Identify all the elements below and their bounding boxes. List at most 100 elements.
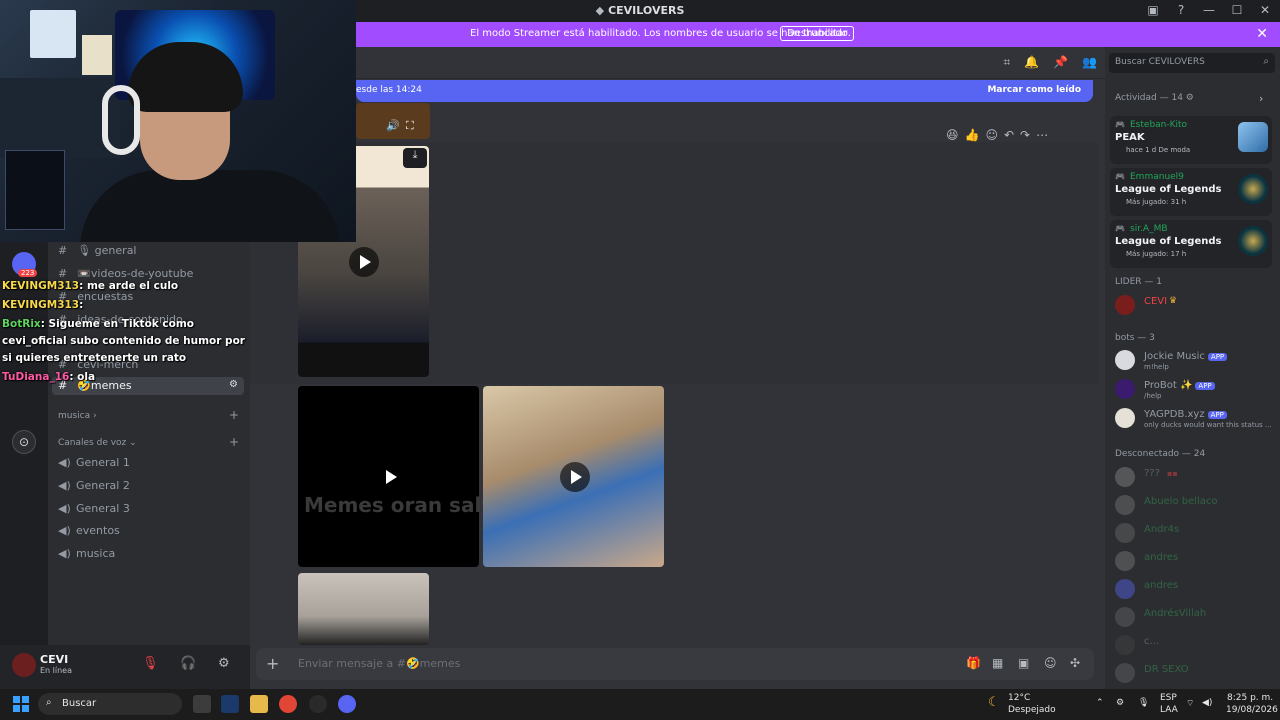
new-messages-bar[interactable]: esde las 14:24 Marcar como leído xyxy=(356,80,1093,102)
activity-card[interactable]: 🎮 Emmanuel9 League of Legends Más jugado… xyxy=(1110,168,1272,216)
discover-icon[interactable]: ⊙ xyxy=(12,430,36,454)
maximize-button[interactable]: ☐ xyxy=(1230,3,1244,17)
volume-icon[interactable]: 🔊 xyxy=(386,119,400,132)
member-item[interactable]: andres xyxy=(1115,578,1275,600)
reply-icon[interactable]: ↶ xyxy=(1004,128,1014,142)
category-musica[interactable]: musica › xyxy=(58,411,97,421)
chrome-icon[interactable] xyxy=(279,695,297,713)
voice-channel-eventos[interactable]: ◀) eventos xyxy=(58,524,120,537)
voice-channel-general-2[interactable]: ◀) General 2 xyxy=(58,479,130,492)
threads-icon[interactable]: ⌗ xyxy=(1003,55,1010,70)
member-item[interactable]: CEVI ♛ xyxy=(1115,294,1275,316)
user-settings-icon[interactable]: ⚙ xyxy=(218,656,230,671)
mic-icon[interactable]: 🎙 xyxy=(1138,698,1149,708)
fullscreen-icon[interactable]: ⛶ xyxy=(406,119,414,133)
chevron-right-icon[interactable]: › xyxy=(1259,92,1263,105)
mute-icon[interactable]: 🎙 xyxy=(142,656,159,671)
avatar xyxy=(1115,579,1135,599)
taskbar-search[interactable]: ⌕ Buscar xyxy=(38,693,182,715)
clock-date[interactable]: 19/08/2026 xyxy=(1226,705,1278,715)
bots-header: bots — 3 xyxy=(1115,333,1155,343)
chat-header: ⌗ 🔔 📌 👥 xyxy=(250,47,1105,79)
sticker-icon[interactable]: ▣ xyxy=(1018,656,1029,670)
emoji-icon: ▪▪ xyxy=(1167,469,1178,478)
app-icon[interactable] xyxy=(221,695,239,713)
settings-icon[interactable]: ⚙ xyxy=(229,379,238,390)
avatar[interactable] xyxy=(12,653,36,677)
emoji-icon[interactable]: ☺ xyxy=(1044,656,1057,670)
keyboard-layout[interactable]: LAA xyxy=(1160,705,1178,715)
network-icon[interactable]: ⚙ xyxy=(1116,698,1124,708)
channel-videos[interactable]: # 📼videos-de-youtube xyxy=(58,267,193,280)
task-view-icon[interactable] xyxy=(193,695,211,713)
discord-icon[interactable] xyxy=(338,695,356,713)
disable-streamer-button[interactable]: Deshabilitar xyxy=(780,26,855,41)
add-channel-icon[interactable]: + xyxy=(229,435,239,449)
minimize-button[interactable]: — xyxy=(1202,3,1216,17)
more-icon[interactable]: ⋯ xyxy=(1036,128,1048,142)
help-icon[interactable]: ? xyxy=(1174,3,1188,17)
wifi-icon[interactable]: ⌔ xyxy=(1186,698,1194,709)
avatar xyxy=(1115,379,1135,399)
user-status: En línea xyxy=(40,666,73,675)
gif-icon[interactable]: ▦ xyxy=(992,656,1003,670)
thumbs-up-icon[interactable]: 👍 xyxy=(965,128,980,142)
inbox-icon[interactable]: ▣ xyxy=(1146,3,1160,17)
reaction-icon[interactable]: 😆 xyxy=(946,128,959,142)
bell-icon[interactable]: 🔔 xyxy=(1024,55,1039,70)
member-item[interactable]: andres xyxy=(1115,550,1275,572)
message-actions: 😆 👍 ☺ ↶ ↷ ⋯ xyxy=(946,128,1048,142)
member-item[interactable]: ProBot ✨ APP /help xyxy=(1115,378,1275,400)
download-icon[interactable]: ⤓ xyxy=(403,148,427,168)
play-icon[interactable] xyxy=(375,462,405,492)
activity-card[interactable]: 🎮 Esteban-Kito PEAK hace 1 d De moda xyxy=(1110,116,1272,164)
apps-icon[interactable]: ✣ xyxy=(1070,656,1080,670)
voice-channel-general-1[interactable]: ◀) General 1 xyxy=(58,456,130,469)
gift-icon[interactable]: 🎁 xyxy=(966,656,981,670)
add-channel-icon[interactable]: + xyxy=(229,408,239,422)
category-voz[interactable]: Canales de voz ⌄ xyxy=(58,438,137,448)
member-item[interactable]: Jockie Music APP m!help xyxy=(1115,349,1275,371)
volume-icon[interactable]: ◀) xyxy=(1202,698,1212,708)
close-button[interactable]: ✕ xyxy=(1258,3,1272,17)
activity-card[interactable]: 🎮 sir.A_MB League of Legends Más jugado:… xyxy=(1110,220,1272,268)
play-icon[interactable] xyxy=(560,462,590,492)
member-item[interactable]: YAGPDB.xyz APP only ducks would want this… xyxy=(1115,407,1275,429)
clock-time[interactable]: 8:25 p. m. xyxy=(1227,693,1273,703)
windows-start-icon[interactable] xyxy=(13,696,29,712)
member-list-icon[interactable]: 👥 xyxy=(1082,55,1097,70)
voice-channel-general-3[interactable]: ◀) General 3 xyxy=(58,502,130,515)
forward-icon[interactable]: ↷ xyxy=(1020,128,1030,142)
file-explorer-icon[interactable] xyxy=(250,695,268,713)
voice-channel-musica[interactable]: ◀) musica xyxy=(58,547,115,560)
add-reaction-icon[interactable]: ☺ xyxy=(985,128,998,142)
search-placeholder: Buscar CEVILOVERS xyxy=(1115,57,1205,67)
headphones-icon[interactable]: 🎧 xyxy=(180,656,196,671)
member-item[interactable]: AndrésVillah xyxy=(1115,606,1275,628)
member-item[interactable]: c... xyxy=(1115,634,1275,656)
video-attachment[interactable] xyxy=(483,386,664,567)
stream-chat-line: si quieres entretenerte un rato xyxy=(2,352,187,364)
avatar xyxy=(1115,495,1135,515)
member-item[interactable]: Andr4s xyxy=(1115,522,1275,544)
speaker-icon: ◀) xyxy=(58,479,71,492)
member-item[interactable]: Abuelo bellaco xyxy=(1115,494,1275,516)
close-icon[interactable]: ✕ xyxy=(1256,26,1268,42)
search-input[interactable]: Buscar CEVILOVERS ⌕ xyxy=(1109,53,1275,73)
language-indicator[interactable]: ESP xyxy=(1160,693,1177,703)
message-composer[interactable]: + Enviar mensaje a #🤣memes 🎁 ▦ ▣ ☺ ✣ xyxy=(256,648,1094,680)
add-attachment-icon[interactable]: + xyxy=(266,654,279,673)
video-attachment[interactable] xyxy=(298,386,479,567)
chevron-up-icon[interactable]: ⌃ xyxy=(1096,698,1104,708)
image-attachment[interactable] xyxy=(298,573,429,645)
member-item[interactable]: ??? ▪▪ xyxy=(1115,466,1275,488)
avatar xyxy=(1115,523,1135,543)
member-item[interactable]: DR SEXO xyxy=(1115,662,1275,684)
obs-icon[interactable] xyxy=(309,695,327,713)
channel-general[interactable]: # 🎙 general xyxy=(58,244,137,257)
mark-as-read-button[interactable]: Marcar como leído xyxy=(987,85,1081,95)
play-icon[interactable] xyxy=(349,247,379,277)
pin-icon[interactable]: 📌 xyxy=(1053,55,1068,70)
video-attachment[interactable]: 🔊 ⛶ xyxy=(356,103,430,139)
gear-icon[interactable]: ⚙ xyxy=(1186,93,1194,103)
